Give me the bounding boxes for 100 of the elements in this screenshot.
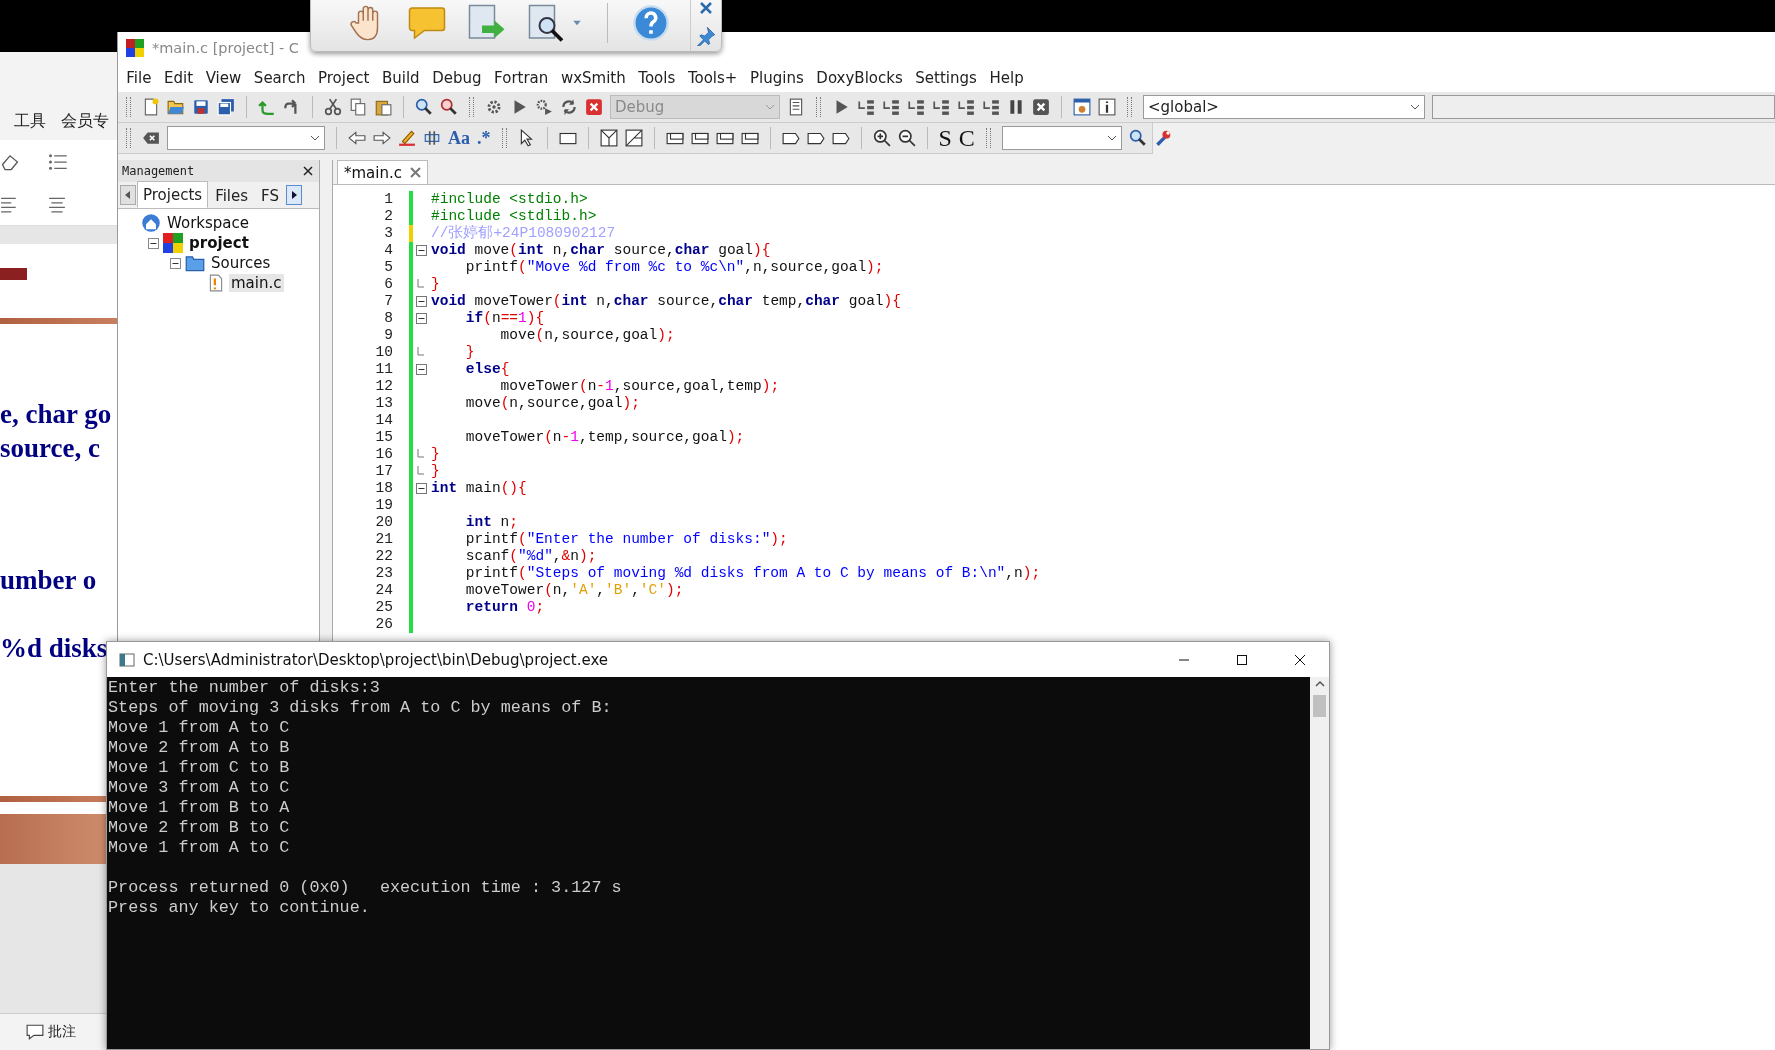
new-file-icon[interactable] [142, 98, 160, 116]
menu-item[interactable]: View [199, 69, 248, 87]
forward-arrow-icon[interactable] [373, 129, 391, 147]
tree-item[interactable]: Sources [209, 254, 273, 272]
copy-icon[interactable] [349, 98, 367, 116]
toolbar-letter[interactable]: C [958, 126, 975, 150]
menu-item[interactable]: Help [983, 69, 1030, 87]
replace-icon[interactable] [440, 98, 458, 116]
collapse-icon[interactable] [415, 364, 427, 375]
stop-icon[interactable] [1032, 98, 1050, 116]
menu-item[interactable]: Tools+ [681, 69, 744, 87]
collapse-icon[interactable] [148, 237, 159, 249]
paste-icon[interactable] [374, 98, 392, 116]
info-icon[interactable] [1098, 98, 1116, 116]
panel-tab[interactable]: Projects [137, 181, 209, 208]
gear-icon[interactable] [485, 98, 503, 116]
undo-icon[interactable] [258, 98, 276, 116]
close-icon[interactable] [1294, 653, 1306, 666]
maximize-icon[interactable] [1236, 653, 1248, 666]
highlight-icon[interactable] [398, 129, 416, 147]
editor-tab[interactable]: *main.c [337, 160, 428, 184]
clear-icon[interactable] [142, 129, 160, 147]
collapse-icon[interactable] [415, 483, 427, 494]
condition-icon[interactable] [599, 129, 618, 147]
menu-item[interactable]: Build [375, 69, 426, 87]
pin-icon[interactable] [696, 26, 716, 46]
pause-icon[interactable] [1007, 98, 1025, 116]
panel-title: Management [122, 164, 195, 178]
collapse-icon[interactable] [415, 245, 427, 256]
window-icon[interactable] [1073, 98, 1091, 116]
search-option[interactable]: Aa [448, 129, 470, 147]
comment-button[interactable]: 批注 [48, 1023, 76, 1041]
align-icon[interactable] [0, 195, 18, 214]
scope-dropdown[interactable]: <global> [1143, 95, 1425, 119]
menu-item[interactable]: Plugins [743, 69, 811, 87]
globe-icon[interactable] [141, 213, 161, 233]
menu-item[interactable]: Fortran [487, 69, 555, 87]
step-icon[interactable] [982, 98, 1000, 116]
back-arrow-icon[interactable] [348, 129, 366, 147]
tree-item[interactable]: Workspace [165, 214, 251, 232]
warning-file-icon[interactable] [207, 274, 225, 292]
scroll-left-icon[interactable] [120, 185, 136, 205]
tree-item[interactable]: project [187, 234, 251, 252]
zoom-in-icon[interactable] [872, 129, 891, 147]
menu-item[interactable]: Search [247, 69, 312, 87]
folder-icon[interactable] [185, 253, 205, 273]
line-number: 8 [383, 310, 394, 327]
search-field[interactable] [167, 126, 325, 150]
close-icon[interactable] [303, 166, 313, 176]
menu-item[interactable]: DoxyBlocks [810, 69, 910, 87]
line-number: 20 [374, 514, 394, 531]
step-icon[interactable] [957, 98, 975, 116]
line-number: 3 [383, 225, 394, 242]
search-icon[interactable] [415, 98, 433, 116]
help-icon[interactable] [632, 4, 670, 42]
menu-item[interactable]: File [120, 69, 158, 87]
save-all-icon[interactable] [217, 98, 235, 116]
project-icon[interactable] [163, 233, 183, 253]
menu-item[interactable]: wxSmith [554, 69, 633, 87]
list-icon[interactable] [48, 151, 68, 172]
collapse-icon[interactable] [415, 296, 427, 307]
wrench-icon[interactable] [1153, 129, 1172, 147]
collapse-icon[interactable] [170, 257, 181, 269]
window-title: C:\Users\Administrator\Desktop\project\bin\Debug\project.exe [143, 650, 609, 669]
gear-play-icon[interactable] [535, 98, 553, 116]
step-icon[interactable] [857, 98, 875, 116]
bookmark-icon[interactable] [423, 129, 441, 147]
search-icon[interactable] [1128, 129, 1147, 147]
scroll-thumb[interactable] [1313, 695, 1326, 717]
menu-item[interactable]: Debug [425, 69, 488, 87]
menu-item[interactable]: Settings [909, 69, 984, 87]
step-icon[interactable] [882, 98, 900, 116]
comment-icon[interactable] [26, 1023, 44, 1041]
collapse-icon[interactable] [415, 313, 427, 324]
console-icon[interactable] [119, 651, 135, 668]
menu-item[interactable]: Tools [632, 69, 682, 87]
toolbar-letter[interactable]: S [938, 126, 952, 150]
ribbon-tab[interactable]: 工具 [14, 111, 46, 132]
rebuild-icon[interactable] [560, 98, 578, 116]
step-icon[interactable] [907, 98, 925, 116]
menu-item[interactable]: Project [311, 69, 376, 87]
search-option[interactable]: .* [477, 129, 491, 147]
zoom-out-icon[interactable] [897, 129, 916, 147]
ribbon-tab[interactable]: 会员专 [61, 111, 109, 132]
cut-icon[interactable] [324, 98, 342, 116]
condition-icon[interactable] [624, 129, 643, 147]
document-icon[interactable] [787, 98, 805, 116]
open-folder-icon[interactable] [167, 98, 185, 116]
align-icon[interactable] [48, 195, 66, 214]
abort-icon[interactable] [585, 98, 603, 116]
app-icon[interactable] [126, 39, 144, 57]
step-icon[interactable] [932, 98, 950, 116]
scroll-right-icon[interactable] [285, 185, 302, 205]
tree-item[interactable]: main.c [229, 274, 284, 292]
code-line: move(n,source,goal); [499, 327, 675, 344]
line-number: 9 [383, 327, 394, 344]
console-line: Move 1 from B to A [108, 798, 291, 818]
menu-item[interactable]: Edit [157, 69, 200, 87]
dropdown[interactable] [1001, 126, 1122, 150]
save-icon[interactable] [192, 98, 210, 116]
